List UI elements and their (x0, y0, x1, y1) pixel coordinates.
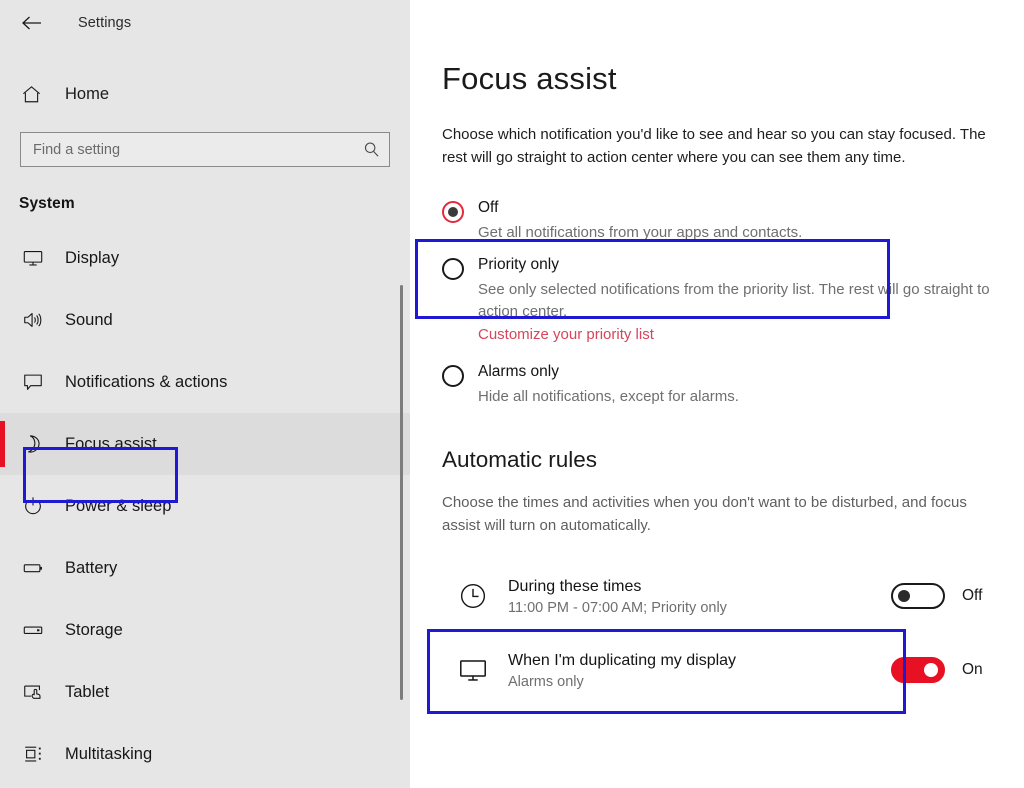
radio-mark[interactable] (442, 258, 464, 281)
rule-subtitle: Alarms only (508, 673, 584, 690)
automatic-rules-title: Automatic rules (442, 447, 598, 473)
automatic-rules-description: Choose the times and activities when you… (442, 494, 967, 534)
sidebar-item-label: Battery (65, 558, 118, 577)
radio-label: Off (478, 198, 499, 216)
sidebar-nav-list: Display Sound Notifications & actions Fo… (0, 227, 410, 785)
automatic-rules-list: During these times 11:00 PM - 07:00 AM; … (442, 559, 1008, 707)
sidebar-item-battery[interactable]: Battery (0, 537, 410, 599)
settings-window: Settings Home System (0, 0, 1024, 788)
sidebar-scrollbar-thumb[interactable] (400, 285, 403, 700)
rule-row-during-these-times[interactable]: During these times 11:00 PM - 07:00 AM; … (442, 559, 1008, 633)
radio-option-off[interactable]: Off Get all notifications from your apps… (442, 194, 1008, 246)
sidebar-item-sound[interactable]: Sound (0, 289, 410, 351)
sidebar-item-label: Display (65, 248, 120, 267)
storage-icon (19, 616, 47, 644)
radio-description: See only selected notifications from the… (478, 281, 990, 321)
rule-title: During these times (508, 577, 642, 595)
radio-description: Hide all notifications, except for alarm… (478, 387, 739, 405)
radio-label: Alarms only (478, 362, 559, 380)
radio-description: Get all notifications from your apps and… (478, 223, 803, 241)
multitasking-icon (19, 740, 47, 768)
clock-icon (456, 579, 490, 613)
sidebar-item-focus-assist[interactable]: Focus assist (0, 413, 410, 475)
toggle-duplicating-display[interactable] (891, 657, 945, 684)
sidebar-item-label: Tablet (65, 682, 110, 701)
sidebar-item-label: Multitasking (65, 744, 153, 763)
rule-subtitle: 11:00 PM - 07:00 AM; Priority only (508, 599, 727, 616)
toggle-state-label: On (962, 661, 983, 679)
sidebar-section-label: System (19, 195, 75, 212)
sidebar-item-display[interactable]: Display (0, 227, 410, 289)
sidebar: Settings Home System (0, 0, 410, 788)
speech-bubble-icon (19, 368, 47, 396)
window-title: Settings (78, 15, 132, 31)
power-icon (19, 492, 47, 520)
monitor-icon (19, 244, 47, 272)
sidebar-item-multitasking[interactable]: Multitasking (0, 723, 410, 785)
page-title: Focus assist (442, 61, 617, 96)
search-box[interactable] (20, 132, 390, 167)
sidebar-item-storage[interactable]: Storage (0, 599, 410, 661)
page-description: Choose which notification you'd like to … (442, 126, 986, 166)
search-icon[interactable] (361, 140, 381, 160)
radio-mark-selected[interactable] (442, 200, 464, 223)
title-bar: Settings (0, 0, 410, 46)
sidebar-item-label: Power & sleep (65, 496, 172, 515)
toggle-state-label: Off (962, 587, 983, 605)
sidebar-item-tablet[interactable]: Tablet (0, 661, 410, 723)
toggle-during-these-times[interactable] (891, 583, 945, 610)
speaker-icon (19, 306, 47, 334)
main-content: Focus assist Choose which notification y… (410, 0, 1024, 788)
sidebar-scrollbar[interactable] (395, 0, 409, 788)
battery-icon (19, 554, 47, 582)
sidebar-item-notifications-actions[interactable]: Notifications & actions (0, 351, 410, 413)
home-icon (18, 81, 44, 107)
sidebar-item-label: Focus assist (65, 434, 157, 453)
rule-title: When I'm duplicating my display (508, 651, 737, 669)
rule-row-duplicating-display[interactable]: When I'm duplicating my display Alarms o… (442, 633, 1008, 707)
monitor-icon (456, 653, 490, 687)
radio-option-alarms-only[interactable]: Alarms only Hide all notifications, exce… (442, 358, 1008, 410)
radio-option-priority-only[interactable]: Priority only See only selected notifica… (442, 251, 1008, 345)
moon-icon (19, 430, 47, 458)
search-input[interactable] (33, 141, 361, 158)
selection-accent-bar (0, 421, 5, 467)
tablet-icon (19, 678, 47, 706)
radio-label: Priority only (478, 256, 559, 274)
radio-mark[interactable] (442, 364, 464, 387)
focus-mode-radio-group: Off Get all notifications from your apps… (442, 194, 1008, 410)
sidebar-item-label: Storage (65, 620, 123, 639)
sidebar-item-power-sleep[interactable]: Power & sleep (0, 475, 410, 537)
customize-priority-list-link[interactable]: Customize your priority list (478, 326, 654, 343)
sidebar-home-label: Home (65, 84, 110, 103)
sidebar-item-home[interactable]: Home (0, 74, 410, 114)
sidebar-item-label: Sound (65, 310, 113, 329)
back-arrow-icon[interactable] (14, 8, 50, 38)
sidebar-item-label: Notifications & actions (65, 372, 228, 391)
